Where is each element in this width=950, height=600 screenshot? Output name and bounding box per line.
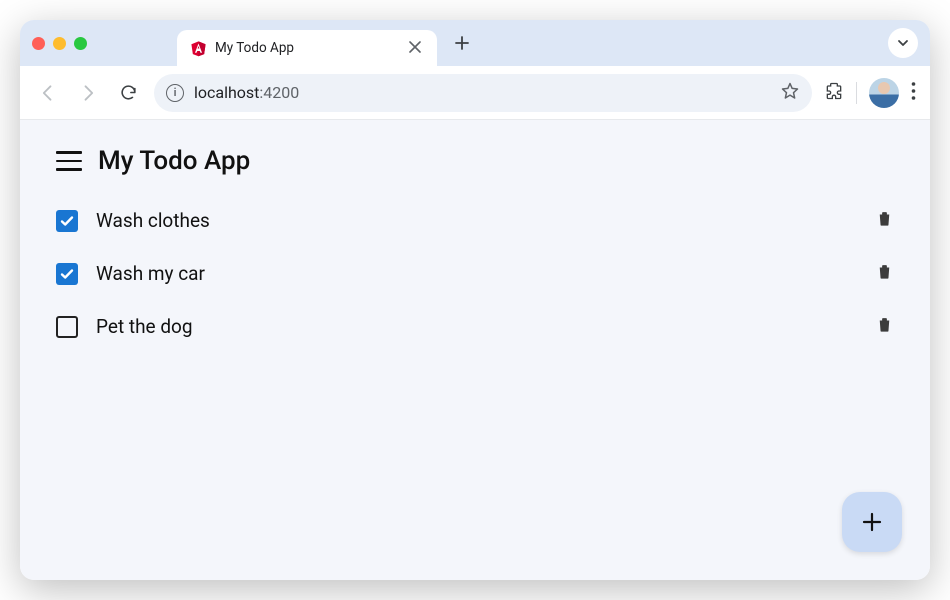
todo-label: Wash my car (96, 262, 857, 285)
browser-window: My Todo App i localhost:4200 (20, 20, 930, 580)
todo-item: Wash my car (56, 261, 894, 286)
tab-strip: My Todo App (20, 20, 930, 66)
forward-button[interactable] (74, 79, 102, 107)
close-tab-button[interactable] (405, 37, 425, 59)
delete-icon[interactable] (875, 208, 894, 233)
tabs-dropdown-button[interactable] (888, 28, 918, 58)
extensions-icon[interactable] (824, 81, 844, 105)
browser-tab[interactable]: My Todo App (177, 30, 437, 66)
toolbar-separator (856, 82, 857, 104)
app-header: My Todo App (20, 120, 930, 194)
todo-label: Pet the dog (96, 315, 857, 338)
todo-checkbox[interactable] (56, 210, 78, 232)
back-button[interactable] (34, 79, 62, 107)
browser-menu-button[interactable] (911, 81, 916, 105)
profile-avatar[interactable] (869, 78, 899, 108)
todo-item: Pet the dog (56, 314, 894, 339)
new-tab-button[interactable] (447, 28, 477, 58)
todo-checkbox[interactable] (56, 263, 78, 285)
close-window-button[interactable] (32, 37, 45, 50)
tab-title: My Todo App (215, 40, 397, 56)
todo-list: Wash clothes Wash my car Pet the dog (20, 194, 930, 339)
window-controls (32, 37, 87, 50)
add-todo-button[interactable] (842, 492, 902, 552)
menu-icon[interactable] (56, 151, 82, 171)
url-host: localhost (194, 83, 259, 102)
site-info-icon[interactable]: i (166, 84, 184, 102)
browser-toolbar: i localhost:4200 (20, 66, 930, 120)
angular-favicon-icon (189, 39, 207, 57)
todo-item: Wash clothes (56, 208, 894, 233)
url-text: localhost:4200 (194, 83, 770, 102)
delete-icon[interactable] (875, 314, 894, 339)
fullscreen-window-button[interactable] (74, 37, 87, 50)
delete-icon[interactable] (875, 261, 894, 286)
url-port: :4200 (259, 83, 299, 102)
address-bar[interactable]: i localhost:4200 (154, 74, 812, 112)
reload-button[interactable] (114, 79, 142, 107)
page-title: My Todo App (98, 146, 250, 176)
bookmark-star-icon[interactable] (780, 81, 800, 105)
minimize-window-button[interactable] (53, 37, 66, 50)
app-viewport: My Todo App Wash clothes Wash my car (20, 120, 930, 580)
todo-checkbox[interactable] (56, 316, 78, 338)
todo-label: Wash clothes (96, 209, 857, 232)
